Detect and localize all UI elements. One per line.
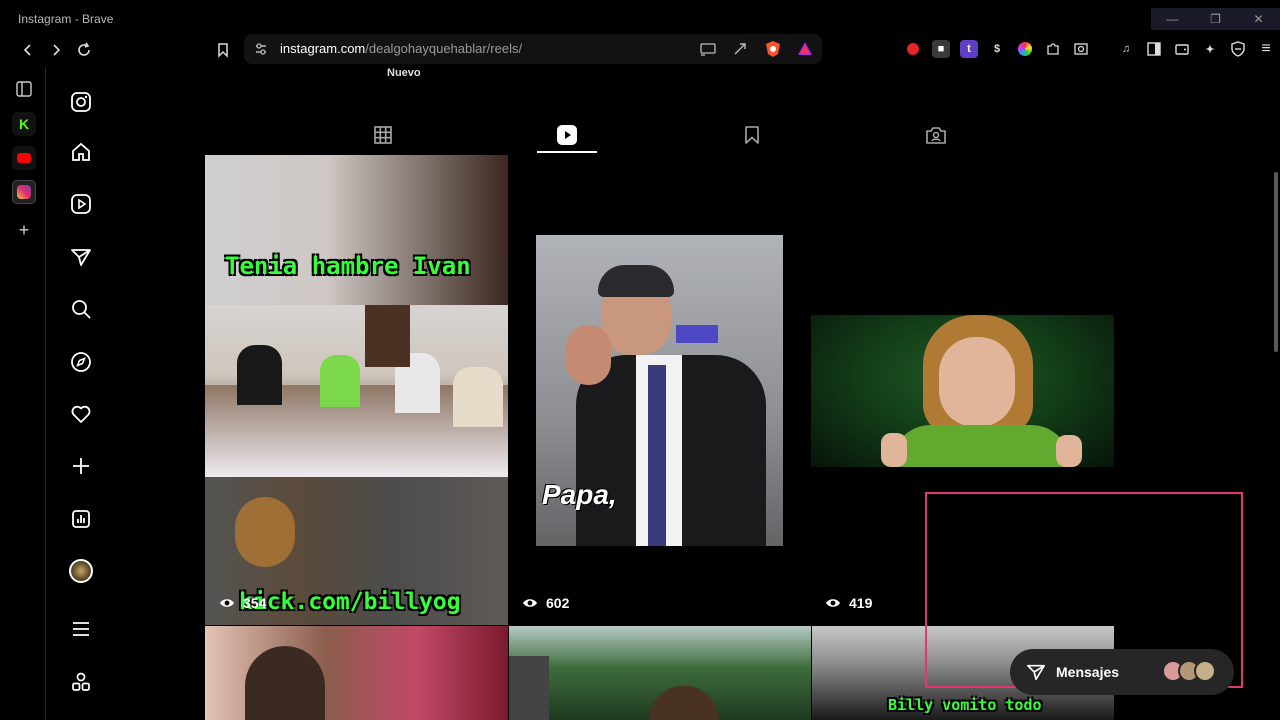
tab-tagged[interactable] [924, 123, 948, 147]
create-plus-icon[interactable] [68, 453, 94, 479]
window-controls: — ❐ ✕ [1151, 8, 1280, 30]
tagged-user-icon [926, 127, 946, 144]
notifications-heart-icon[interactable] [68, 401, 94, 427]
home-icon[interactable] [68, 139, 94, 165]
screenshot-icon[interactable] [1072, 40, 1090, 58]
reel-tile[interactable] [509, 626, 811, 720]
tab-posts[interactable] [371, 123, 395, 147]
avatar [1194, 660, 1216, 682]
scroll-thumb[interactable] [1274, 172, 1278, 352]
also-from-meta-icon[interactable] [68, 669, 94, 695]
url-host: instagram.com [280, 41, 366, 56]
restore-button[interactable]: ❐ [1194, 8, 1237, 30]
reel-view-count: 354 [219, 595, 266, 611]
share-icon [734, 43, 746, 55]
more-menu-icon[interactable] [68, 616, 94, 642]
page-scrollbar[interactable] [1268, 67, 1280, 720]
twitch-extension-icon[interactable]: t [960, 40, 978, 58]
vpn-shield-icon[interactable] [1229, 40, 1247, 58]
window-title: Instagram - Brave [18, 12, 114, 26]
reel-overlay-caption: Billy vomito todo [888, 696, 1042, 714]
cast-icon [700, 43, 716, 56]
new-highlight-label: Nuevo [387, 67, 421, 79]
instagram-nav [46, 67, 114, 720]
reels-play-icon [557, 125, 577, 145]
direct-messages-icon[interactable] [68, 244, 94, 270]
window-titlebar: Instagram - Brave — ❐ ✕ [0, 0, 1280, 36]
reel-thumbnail-photo [205, 305, 508, 477]
url-path: /dealgohayquehablar/reels/ [365, 41, 523, 56]
bookmark-button[interactable] [211, 38, 235, 62]
media-music-icon[interactable]: ♫ [1117, 40, 1135, 58]
minimize-button[interactable]: — [1151, 8, 1194, 30]
sidebar-panel-icon[interactable] [12, 77, 36, 101]
reel-overlay-caption: Tenia hambre Ivan [225, 252, 471, 280]
reload-button[interactable] [72, 38, 96, 62]
url-text: instagram.com/dealgohayquehablar/reels/ [280, 41, 522, 56]
back-button[interactable] [16, 38, 40, 62]
brave-shields-icon[interactable] [764, 40, 782, 58]
active-tab-indicator [537, 151, 597, 153]
reel-blurred-top [205, 155, 508, 305]
tab-reels[interactable] [555, 123, 579, 147]
view-count-text: 419 [849, 595, 873, 611]
close-button[interactable]: ✕ [1237, 8, 1280, 30]
reel-thumbnail-photo [811, 315, 1114, 467]
color-picker-icon[interactable] [1016, 40, 1034, 58]
forward-arrow-icon [53, 44, 61, 56]
view-count-text: 602 [546, 595, 570, 611]
reload-icon [78, 42, 90, 56]
eye-icon [523, 599, 537, 607]
address-bar[interactable]: instagram.com/dealgohayquehablar/reels/ [244, 34, 822, 64]
site-settings-icon [256, 43, 266, 55]
tab-saved[interactable] [740, 123, 764, 147]
profile-avatar[interactable] [68, 558, 94, 584]
youtube-icon[interactable] [12, 146, 36, 170]
reel-view-count: 602 [522, 595, 569, 611]
messages-label: Mensajes [1056, 664, 1120, 680]
menu-icon[interactable]: ≡ [1257, 40, 1275, 58]
reel-caption: Papa, [542, 479, 617, 510]
bookmark-icon [218, 43, 228, 58]
dollar-extension-icon[interactable]: $ [988, 40, 1006, 58]
reel-view-count: 419 [825, 595, 872, 611]
sidebar-toggle-icon[interactable] [1145, 40, 1163, 58]
browser-sidebar: K + [0, 67, 46, 720]
message-avatars [1162, 660, 1216, 682]
view-count-text: 354 [243, 595, 267, 611]
wallet-icon[interactable] [1173, 40, 1191, 58]
record-icon[interactable] [904, 40, 922, 58]
tab-manager-icon[interactable]: ■ [932, 40, 950, 58]
instagram-logo-icon[interactable] [68, 89, 94, 115]
grid-icon [374, 126, 392, 144]
eye-icon [220, 599, 234, 607]
kick-icon[interactable]: K [12, 112, 36, 136]
extensions-puzzle-icon[interactable] [1044, 40, 1062, 58]
back-arrow-icon [23, 44, 31, 56]
instagram-sidebar-icon[interactable] [12, 180, 36, 204]
messages-button[interactable]: Mensajes [1010, 649, 1234, 695]
eye-icon [826, 599, 840, 607]
search-icon[interactable] [68, 296, 94, 322]
dashboard-chart-icon[interactable] [68, 506, 94, 532]
reel-tile[interactable]: Papa, 602 [508, 155, 811, 625]
reel-tile[interactable] [205, 626, 508, 720]
forward-button[interactable] [44, 38, 68, 62]
direct-messages-icon [1027, 664, 1045, 681]
reels-icon[interactable] [68, 191, 94, 217]
brave-rewards-icon[interactable] [796, 40, 814, 58]
explore-compass-icon[interactable] [68, 349, 94, 375]
add-panel-icon[interactable]: + [12, 218, 36, 242]
leo-ai-icon[interactable]: ✦ [1201, 40, 1219, 58]
profile-tabs [205, 107, 1113, 155]
browser-toolbar: instagram.com/dealgohayquehablar/reels/ … [0, 34, 1280, 66]
saved-bookmark-icon [745, 126, 759, 144]
reel-overlay-link: kick.com/billyog [239, 589, 461, 615]
reel-tile[interactable]: Tenia hambre Ivan kick.com/billyog 354 [205, 155, 508, 625]
